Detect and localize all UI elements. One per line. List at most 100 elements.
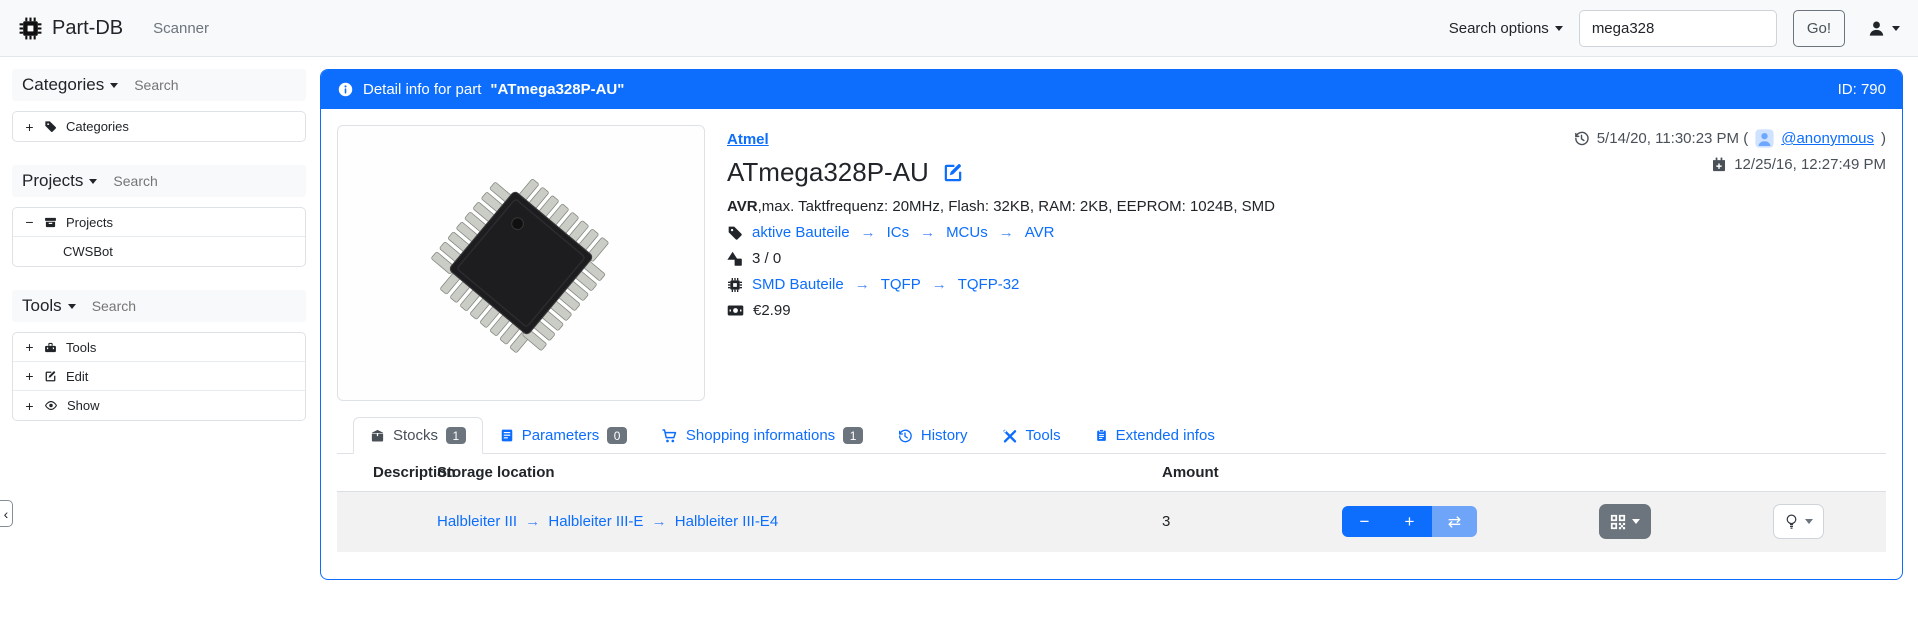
expand-icon[interactable]: + [24, 399, 35, 413]
part-detail-card: Detail info for part "ATmega328P-AU" ID:… [320, 69, 1903, 580]
tools-tree: + Tools + [12, 332, 306, 421]
sidebar-section-tools-header: Tools [12, 290, 306, 322]
price-value: €2.99 [753, 302, 791, 319]
tree-item-label: Projects [66, 215, 113, 230]
created-row: 12/25/16, 12:27:49 PM [1573, 156, 1886, 173]
chevron-down-icon [1555, 26, 1563, 31]
last-modified-text: 5/14/20, 11:30:23 PM ( [1597, 130, 1749, 147]
stock-description-cell [337, 492, 437, 552]
chevron-down-icon [110, 83, 118, 88]
amount-summary-row: 3 / 0 [727, 250, 1275, 267]
column-header-actions [1332, 454, 1886, 492]
categories-search-input[interactable] [134, 77, 254, 93]
tab-parameters[interactable]: Parameters 0 [483, 417, 644, 454]
tab-history[interactable]: History [880, 417, 985, 454]
global-search-input[interactable] [1579, 10, 1777, 47]
move-stock-button[interactable]: ⇄ [1432, 506, 1477, 537]
expand-icon[interactable]: + [24, 369, 35, 383]
category-link[interactable]: AVR [1025, 224, 1055, 241]
search-options-dropdown[interactable]: Search options [1449, 20, 1563, 37]
sidebar-section-categories-header: Categories [12, 69, 306, 101]
tools-search-input[interactable] [92, 298, 212, 314]
shopping-cart-icon [661, 428, 678, 444]
projects-dropdown[interactable]: Projects [22, 171, 97, 191]
tab-extended-infos[interactable]: Extended infos [1078, 417, 1232, 454]
increase-stock-button[interactable]: + [1387, 506, 1432, 537]
decrease-stock-button[interactable]: − [1342, 506, 1387, 537]
column-header-description: Description [337, 454, 437, 492]
label-qrcode-dropdown-button[interactable] [1599, 504, 1651, 539]
sidebar-section-projects-header: Projects [12, 165, 306, 197]
manufacturer-link[interactable]: Atmel [727, 131, 769, 148]
projects-search-input[interactable] [113, 173, 233, 189]
column-header-amount: Amount [1162, 454, 1332, 492]
footprint-link[interactable]: SMD Bauteile [752, 276, 844, 293]
tab-label: Tools [1026, 427, 1061, 444]
tree-item-categories[interactable]: + Categories [13, 112, 305, 141]
chevron-down-icon [1632, 519, 1640, 524]
projects-title: Projects [22, 171, 83, 191]
search-go-button[interactable]: Go! [1793, 10, 1845, 47]
qrcode-icon [1610, 514, 1626, 530]
nav-scanner-link[interactable]: Scanner [153, 20, 209, 37]
tree-item-tools[interactable]: + Tools [13, 333, 305, 362]
tab-shopping-informations[interactable]: Shopping informations 1 [644, 417, 880, 454]
footprint-link[interactable]: TQFP-32 [958, 276, 1020, 293]
part-id-label: ID: 790 [1838, 81, 1886, 98]
storage-location-link[interactable]: Halbleiter III-E [548, 513, 643, 530]
expand-icon[interactable]: + [24, 120, 35, 134]
tab-label: Extended infos [1116, 427, 1215, 444]
arrow-right-icon: → [525, 513, 540, 530]
locate-led-dropdown-button[interactable] [1773, 504, 1824, 539]
category-breadcrumb: aktive Bauteile → ICs → MCUs → AVR [727, 224, 1275, 241]
part-image[interactable] [337, 125, 705, 401]
tree-item-edit[interactable]: + Edit [13, 362, 305, 391]
spec-sheet-icon [500, 428, 514, 443]
chevron-down-icon [68, 304, 76, 309]
chevron-down-icon [1805, 519, 1813, 524]
chevron-down-icon [89, 179, 97, 184]
part-description: AVR,max. Taktfrequenz: 20MHz, Flash: 32K… [727, 198, 1275, 215]
user-menu-dropdown[interactable] [1867, 19, 1900, 38]
category-link[interactable]: ICs [887, 224, 910, 241]
user-icon [1867, 19, 1886, 38]
storage-location-link[interactable]: Halbleiter III-E4 [675, 513, 778, 530]
tree-item-cwsbot[interactable]: CWSBot [13, 237, 305, 266]
tab-stocks[interactable]: Stocks 1 [353, 417, 483, 454]
lightbulb-icon [1784, 513, 1799, 530]
tag-icon [727, 225, 743, 241]
arrow-right-icon: → [652, 513, 667, 530]
footprint-link[interactable]: TQFP [881, 276, 921, 293]
tree-item-show[interactable]: + Show [13, 391, 305, 420]
tools-dropdown[interactable]: Tools [22, 296, 76, 316]
top-navbar: Part-DB Scanner Search options Go! [0, 0, 1918, 57]
description-rest: ,max. Taktfrequenz: 20MHz, Flash: 32KB, … [758, 198, 1275, 215]
categories-dropdown[interactable]: Categories [22, 75, 118, 95]
storage-location-link[interactable]: Halbleiter III [437, 513, 517, 530]
expand-icon[interactable]: + [24, 340, 35, 354]
category-link[interactable]: aktive Bauteile [752, 224, 850, 241]
stock-quantity-button-group: − + ⇄ [1342, 506, 1477, 537]
tree-item-projects[interactable]: − Projects [13, 208, 305, 237]
part-name-title: ATmega328P-AU [727, 157, 929, 188]
chevron-left-icon: ‹ [4, 506, 9, 522]
edit-part-icon[interactable] [942, 162, 964, 184]
stock-row: Halbleiter III → Halbleiter III-E → Halb… [337, 492, 1886, 552]
part-meta-column: 5/14/20, 11:30:23 PM ( @anonymous ) [1573, 125, 1886, 401]
eye-icon [44, 399, 58, 412]
app-brand[interactable]: Part-DB [18, 16, 123, 41]
collapse-icon[interactable]: − [24, 215, 35, 229]
sidebar-collapse-toggle[interactable]: ‹ [0, 500, 13, 527]
microchip-icon [727, 277, 743, 293]
modified-user-link[interactable]: @anonymous [1781, 130, 1874, 147]
edit-pencil-square-icon [44, 370, 57, 383]
shapes-icon [727, 251, 743, 267]
tab-label: Stocks [393, 427, 438, 444]
last-modified-row: 5/14/20, 11:30:23 PM ( @anonymous ) [1573, 129, 1886, 148]
swap-arrows-icon: ⇄ [1448, 512, 1461, 532]
tab-tools[interactable]: Tools [985, 417, 1078, 454]
arrow-right-icon: → [861, 224, 876, 241]
category-link[interactable]: MCUs [946, 224, 988, 241]
microchip-logo-icon [18, 16, 43, 41]
created-text: 12/25/16, 12:27:49 PM [1734, 156, 1886, 173]
